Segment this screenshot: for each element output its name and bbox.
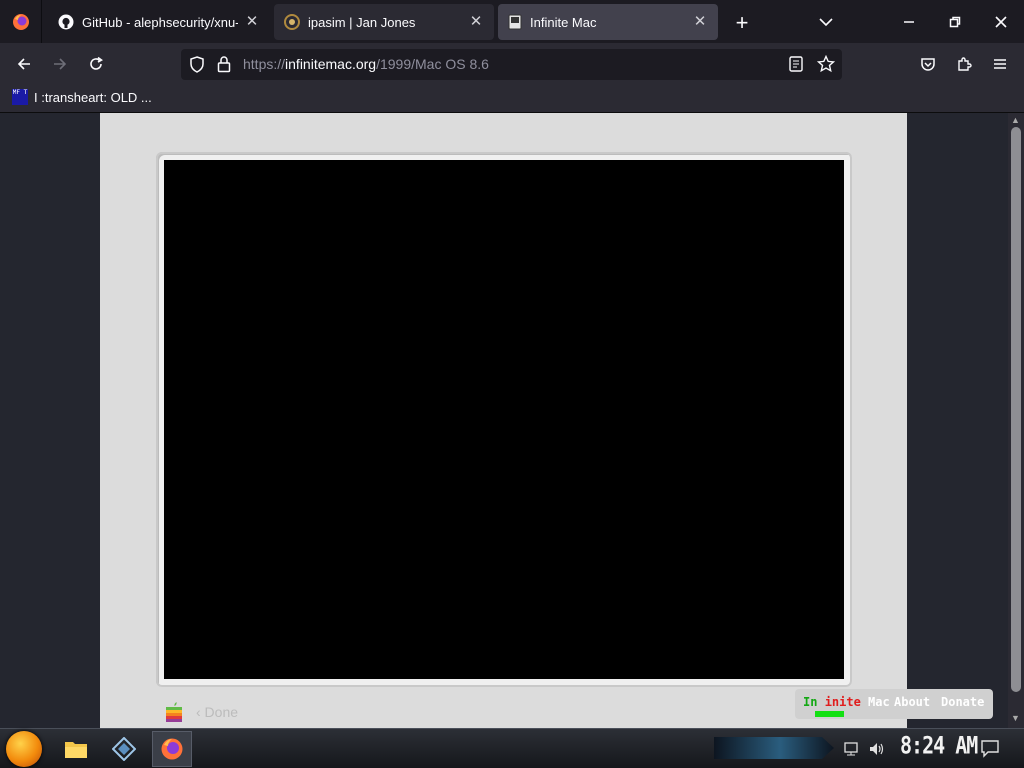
- about-link[interactable]: About: [894, 695, 930, 709]
- tracking-protection-shield-icon[interactable]: [189, 56, 205, 73]
- new-tab-button[interactable]: +: [722, 2, 762, 43]
- firefox-icon: [161, 738, 183, 760]
- url-path: /1999/Mac OS 8.6: [376, 56, 489, 72]
- tab-title: GitHub - alephsecurity/xnu-q: [82, 14, 238, 30]
- done-button[interactable]: ‹ Done: [196, 704, 238, 720]
- site-footer-links: In inite Mac About Donate: [795, 689, 993, 719]
- list-all-tabs-button[interactable]: [806, 8, 846, 36]
- tab-title: ipasim | Jan Jones: [308, 14, 416, 30]
- plus-icon: +: [735, 9, 749, 35]
- page-content: ‹ Done In inite Mac About Donate ▲ ▼: [0, 113, 1024, 728]
- emulator-monitor-frame: [156, 152, 852, 687]
- tab-bar: GitHub - alephsecurity/xnu-q ✕ ipasim | …: [0, 0, 1024, 43]
- hamburger-menu-icon: [994, 59, 1006, 69]
- close-tab-icon[interactable]: ✕: [468, 14, 484, 30]
- bookmark-item[interactable]: MF T I :transheart: OLD ...: [12, 89, 152, 105]
- back-arrow-icon: [17, 58, 30, 70]
- start-button[interactable]: [6, 731, 42, 767]
- restore-button[interactable]: [932, 0, 978, 43]
- infinite-mac-page: ‹ Done In inite Mac About Donate: [100, 113, 993, 728]
- navigation-toolbar: https://infinitemac.org/1999/Mac OS 8.6: [0, 43, 1024, 85]
- emulator-screen[interactable]: [164, 160, 844, 679]
- mac-icon: [508, 14, 522, 30]
- taskbar-file-explorer[interactable]: [56, 731, 96, 767]
- action-center-icon[interactable]: [980, 738, 1000, 758]
- scroll-down-arrow-icon[interactable]: ▼: [1011, 713, 1020, 723]
- github-icon: [58, 14, 74, 30]
- diamond-grid-icon: [112, 737, 136, 761]
- reader-view-icon[interactable]: [789, 56, 803, 72]
- infinite-mac-home-link[interactable]: In inite Mac: [803, 695, 890, 709]
- brand-part-inite: inite: [824, 695, 861, 709]
- bookmarks-toolbar: MF T I :transheart: OLD ...: [0, 85, 1024, 113]
- window-controls: [886, 0, 1024, 43]
- brand-underline: [815, 711, 844, 717]
- reload-button[interactable]: [81, 49, 111, 79]
- firefox-view-button[interactable]: [0, 0, 42, 43]
- address-bar[interactable]: https://infinitemac.org/1999/Mac OS 8.6: [181, 49, 842, 80]
- url-domain: infinitemac.org: [285, 56, 377, 72]
- minimize-icon: [904, 20, 914, 23]
- folder-icon: [65, 742, 87, 758]
- chevron-down-icon: [819, 18, 833, 27]
- close-tab-icon[interactable]: ✕: [244, 14, 260, 30]
- system-tray: [844, 735, 886, 763]
- apple-logo-icon: [166, 702, 182, 722]
- close-tab-icon[interactable]: ✕: [692, 14, 708, 30]
- forward-arrow-icon: [54, 58, 67, 70]
- tab-infinite-mac[interactable]: Infinite Mac ✕: [498, 4, 718, 40]
- bookmark-star-icon[interactable]: [817, 55, 835, 73]
- taskbar-firefox[interactable]: [152, 731, 192, 767]
- app-menu-button[interactable]: [985, 49, 1015, 79]
- tab-ipasim[interactable]: ipasim | Jan Jones ✕: [274, 4, 494, 40]
- tab-github[interactable]: GitHub - alephsecurity/xnu-q ✕: [48, 4, 270, 40]
- taskbar-clock[interactable]: 8:24 AM: [900, 731, 978, 760]
- bookmark-label: I :transheart: OLD ...: [34, 89, 152, 105]
- lock-icon[interactable]: [217, 55, 231, 73]
- back-button[interactable]: [9, 49, 39, 79]
- brand-part-in: In: [803, 695, 818, 709]
- url-scheme: https://: [243, 56, 286, 72]
- brand-part-mac: Mac: [868, 695, 890, 709]
- pocket-icon: [921, 58, 935, 71]
- minimize-button[interactable]: [886, 0, 932, 43]
- network-icon[interactable]: [844, 741, 862, 757]
- loading-icon: [284, 14, 300, 30]
- volume-icon[interactable]: [868, 741, 886, 757]
- bookmark-favicon: MF T: [12, 89, 28, 105]
- firefox-icon: [12, 13, 29, 30]
- url-text: https://infinitemac.org/1999/Mac OS 8.6: [243, 56, 489, 72]
- extensions-button[interactable]: [949, 49, 979, 79]
- windows-taskbar: 8:24 AM: [0, 728, 1024, 768]
- scroll-up-arrow-icon[interactable]: ▲: [1011, 115, 1020, 125]
- vertical-scrollbar[interactable]: ▲ ▼: [1008, 113, 1024, 728]
- pocket-button[interactable]: [913, 49, 943, 79]
- close-icon: [995, 15, 1007, 28]
- taskbar-decoration: [714, 737, 834, 759]
- puzzle-icon: [958, 57, 972, 71]
- scrollbar-thumb[interactable]: [1011, 127, 1021, 692]
- taskbar-app-launcher[interactable]: [104, 731, 144, 767]
- forward-button[interactable]: [45, 49, 75, 79]
- tab-title: Infinite Mac: [530, 14, 597, 30]
- close-window-button[interactable]: [978, 0, 1024, 43]
- restore-icon: [949, 16, 961, 27]
- donate-link[interactable]: Donate: [941, 695, 984, 709]
- reload-icon: [90, 56, 103, 70]
